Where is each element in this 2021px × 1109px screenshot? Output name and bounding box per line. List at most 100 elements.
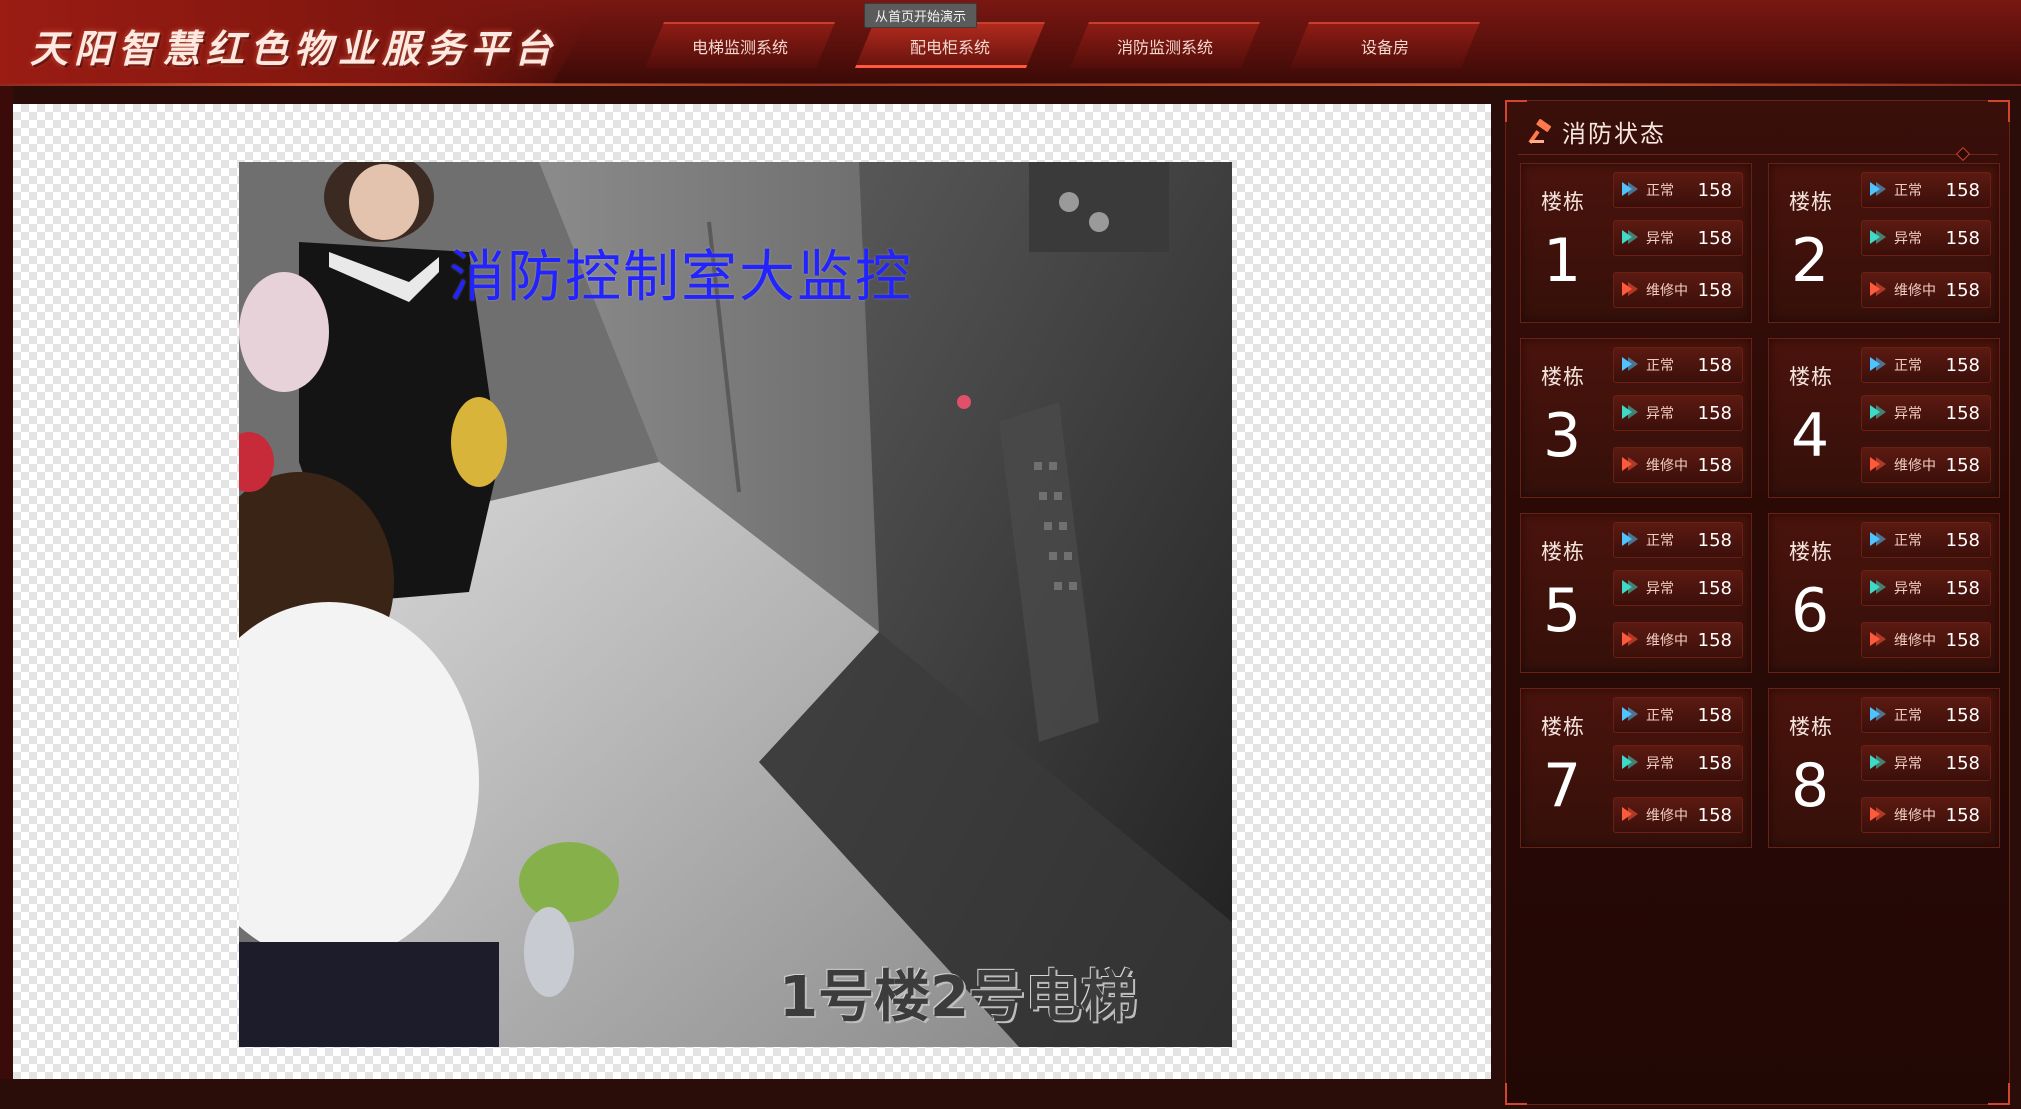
tab-equipment-room[interactable]: 设备房 [1290, 22, 1480, 68]
status-count: 158 [1697, 354, 1732, 376]
building-number: 1 [1543, 226, 1582, 296]
status-label: 正常 [1646, 183, 1674, 199]
status-count: 158 [1945, 179, 1980, 201]
status-label: 异常 [1894, 581, 1922, 597]
status-label: 维修中 [1894, 808, 1936, 824]
arrow-right-icon [1614, 181, 1646, 200]
status-repair-row[interactable]: 维修中 158 [1861, 622, 1991, 658]
status-label: 异常 [1894, 756, 1922, 772]
video-overlay-title: 消防控制室大监控 [449, 245, 913, 310]
building-number: 4 [1791, 401, 1830, 471]
status-normal-row[interactable]: 正常 158 [1861, 697, 1991, 733]
status-label: 正常 [1894, 708, 1922, 724]
arrow-right-icon [1862, 579, 1894, 598]
building-card-3[interactable]: 楼栋 3 正常 158 异常 158 维修中 158 [1520, 338, 1752, 498]
status-count: 158 [1697, 402, 1732, 424]
building-card-4[interactable]: 楼栋 4 正常 158 异常 158 维修中 158 [1768, 338, 2000, 498]
arrow-right-icon [1862, 806, 1894, 825]
building-number: 8 [1791, 751, 1830, 821]
arrow-right-icon [1614, 579, 1646, 598]
building-label: 楼栋 [1789, 715, 1833, 739]
building-number: 6 [1791, 576, 1830, 646]
status-repair-row[interactable]: 维修中 158 [1861, 447, 1991, 483]
building-card-2[interactable]: 楼栋 2 正常 158 异常 158 维修中 158 [1768, 163, 2000, 323]
status-abnormal-row[interactable]: 异常 158 [1613, 570, 1743, 606]
arrow-right-icon [1862, 404, 1894, 423]
status-label: 异常 [1646, 756, 1674, 772]
status-normal-row[interactable]: 正常 158 [1613, 172, 1743, 208]
status-abnormal-row[interactable]: 异常 158 [1613, 745, 1743, 781]
status-abnormal-row[interactable]: 异常 158 [1861, 570, 1991, 606]
building-number: 7 [1543, 751, 1582, 821]
status-repair-row[interactable]: 维修中 158 [1613, 447, 1743, 483]
building-number: 5 [1543, 576, 1582, 646]
building-label: 楼栋 [1789, 365, 1833, 389]
building-label: 楼栋 [1541, 540, 1585, 564]
status-count: 158 [1697, 804, 1732, 826]
tab-power-cabinet[interactable]: 配电柜系统 [855, 22, 1045, 68]
status-repair-row[interactable]: 维修中 158 [1613, 622, 1743, 658]
building-number: 3 [1543, 401, 1582, 471]
panel-corner [1988, 1083, 2010, 1105]
arrow-right-icon [1614, 631, 1646, 650]
status-count: 158 [1945, 279, 1980, 301]
arrow-right-icon [1614, 229, 1646, 248]
status-label: 正常 [1894, 183, 1922, 199]
status-count: 158 [1697, 454, 1732, 476]
status-label: 正常 [1894, 358, 1922, 374]
status-abnormal-row[interactable]: 异常 158 [1861, 220, 1991, 256]
status-count: 158 [1697, 179, 1732, 201]
arrow-right-icon [1614, 404, 1646, 423]
status-label: 正常 [1894, 533, 1922, 549]
status-repair-row[interactable]: 维修中 158 [1613, 272, 1743, 308]
status-normal-row[interactable]: 正常 158 [1861, 347, 1991, 383]
status-count: 158 [1945, 577, 1980, 599]
building-card-7[interactable]: 楼栋 7 正常 158 异常 158 维修中 158 [1520, 688, 1752, 848]
status-label: 异常 [1894, 231, 1922, 247]
demo-tooltip: 从首页开始演示 [864, 3, 978, 28]
arrow-right-icon [1862, 531, 1894, 550]
building-card-8[interactable]: 楼栋 8 正常 158 异常 158 维修中 158 [1768, 688, 2000, 848]
panel-title: 消防状态 [1562, 120, 1666, 148]
building-label: 楼栋 [1541, 715, 1585, 739]
status-normal-row[interactable]: 正常 158 [1861, 522, 1991, 558]
building-label: 楼栋 [1541, 365, 1585, 389]
status-normal-row[interactable]: 正常 158 [1613, 347, 1743, 383]
arrow-right-icon [1862, 356, 1894, 375]
status-label: 正常 [1646, 358, 1674, 374]
status-normal-row[interactable]: 正常 158 [1861, 172, 1991, 208]
tab-elevator-monitoring[interactable]: 电梯监测系统 [645, 22, 835, 68]
status-repair-row[interactable]: 维修中 158 [1861, 797, 1991, 833]
status-normal-row[interactable]: 正常 158 [1613, 522, 1743, 558]
status-abnormal-row[interactable]: 异常 158 [1613, 220, 1743, 256]
status-count: 158 [1697, 752, 1732, 774]
status-label: 维修中 [1646, 808, 1688, 824]
status-repair-row[interactable]: 维修中 158 [1613, 797, 1743, 833]
status-count: 158 [1945, 752, 1980, 774]
status-label: 正常 [1646, 708, 1674, 724]
status-abnormal-row[interactable]: 异常 158 [1861, 395, 1991, 431]
arrow-right-icon [1614, 531, 1646, 550]
status-count: 158 [1945, 704, 1980, 726]
status-repair-row[interactable]: 维修中 158 [1861, 272, 1991, 308]
status-count: 158 [1697, 279, 1732, 301]
status-count: 158 [1697, 704, 1732, 726]
tab-fire-monitoring[interactable]: 消防监测系统 [1070, 22, 1260, 68]
status-label: 异常 [1894, 406, 1922, 422]
status-abnormal-row[interactable]: 异常 158 [1861, 745, 1991, 781]
status-label: 维修中 [1646, 283, 1688, 299]
arrow-right-icon [1614, 706, 1646, 725]
building-label: 楼栋 [1789, 540, 1833, 564]
status-label: 维修中 [1646, 458, 1688, 474]
status-normal-row[interactable]: 正常 158 [1613, 697, 1743, 733]
camera-location-caption: 1号楼2号电梯 [779, 965, 1137, 1030]
building-card-1[interactable]: 楼栋 1 正常 158 异常 158 维修中 158 [1520, 163, 1752, 323]
building-card-5[interactable]: 楼栋 5 正常 158 异常 158 维修中 158 [1520, 513, 1752, 673]
status-count: 158 [1945, 454, 1980, 476]
status-abnormal-row[interactable]: 异常 158 [1613, 395, 1743, 431]
status-count: 158 [1945, 402, 1980, 424]
building-card-6[interactable]: 楼栋 6 正常 158 异常 158 维修中 158 [1768, 513, 2000, 673]
status-count: 158 [1697, 227, 1732, 249]
status-label: 异常 [1646, 581, 1674, 597]
cctv-video-feed[interactable]: 消防控制室大监控 1号楼2号电梯 [239, 162, 1232, 1047]
